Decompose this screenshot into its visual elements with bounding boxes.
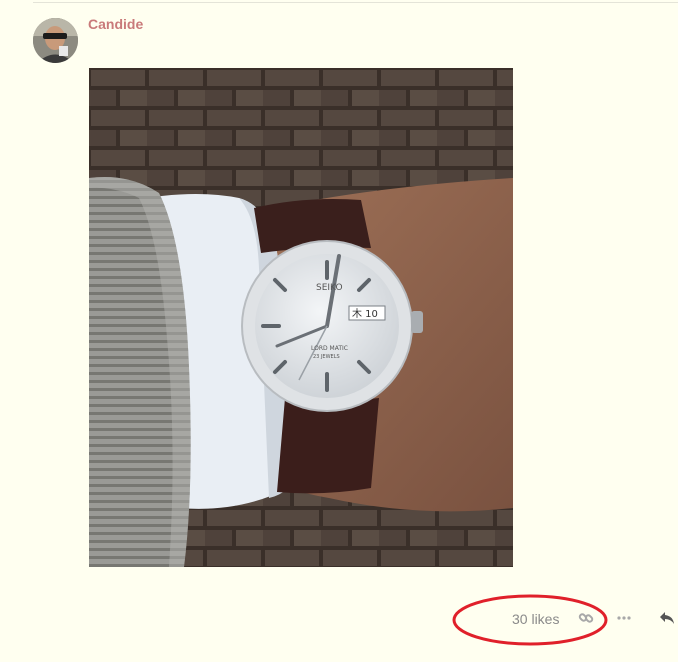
post-image[interactable]: 木 10 SEIKO LORD MATIC 23 JEWELS bbox=[89, 68, 513, 567]
post-author-name[interactable]: Candide bbox=[88, 16, 143, 32]
dial-day-date: 木 10 bbox=[352, 308, 378, 320]
avatar-image bbox=[33, 18, 78, 63]
reply-button[interactable] bbox=[656, 606, 678, 630]
wristwatch-photo: 木 10 SEIKO LORD MATIC 23 JEWELS bbox=[89, 68, 513, 567]
link-icon bbox=[578, 613, 594, 623]
more-icon bbox=[617, 616, 631, 620]
dial-jewels: 23 JEWELS bbox=[313, 354, 340, 360]
dial-brand: SEIKO bbox=[316, 283, 343, 293]
post-divider bbox=[33, 2, 678, 3]
likes-count[interactable]: 30 likes bbox=[512, 611, 559, 627]
dial-model: LORD MATIC bbox=[311, 345, 348, 352]
more-actions-button[interactable] bbox=[612, 606, 636, 630]
share-link-button[interactable] bbox=[574, 606, 598, 630]
reply-icon bbox=[660, 612, 674, 624]
user-avatar[interactable] bbox=[33, 18, 78, 63]
